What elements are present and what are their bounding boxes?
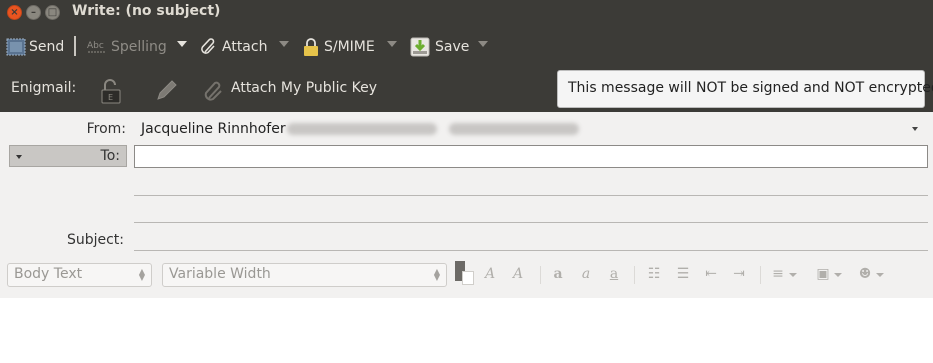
subject-label: Subject:: [66, 232, 124, 248]
format-separator: [760, 266, 761, 284]
paperclip-icon: [201, 38, 215, 54]
attach-label: Attach: [222, 39, 268, 55]
smime-button[interactable]: S/MIME: [302, 35, 375, 59]
spelling-button[interactable]: Abc Spelling: [86, 35, 167, 59]
subject-field[interactable]: [134, 250, 928, 251]
enigmail-status-tooltip: This message will NOT be signed and NOT …: [557, 70, 933, 108]
attach-public-key-button[interactable]: Attach My Public Key: [231, 80, 377, 96]
enigmail-label: Enigmail:: [11, 80, 77, 96]
bold-icon[interactable]: a: [550, 266, 566, 282]
to-field[interactable]: [134, 145, 928, 168]
redacted-email: [449, 123, 579, 135]
background-color-button[interactable]: [462, 271, 474, 285]
save-button[interactable]: Save: [409, 35, 469, 59]
smiley-dropdown-arrow[interactable]: [876, 273, 884, 277]
smime-label: S/MIME: [324, 39, 375, 55]
window-titlebar: × – □ Write: (no subject): [0, 0, 933, 26]
font-value: Variable Width: [169, 266, 271, 282]
send-label: Send: [29, 39, 65, 55]
spelling-dropdown-arrow[interactable]: [177, 41, 187, 47]
recipient-type-select[interactable]: To:: [9, 145, 127, 167]
font-smaller-icon[interactable]: A: [482, 266, 498, 282]
insert-image-icon[interactable]: ▣: [815, 266, 831, 282]
redacted-email: [287, 123, 437, 135]
bulleted-list-icon[interactable]: ☷: [646, 266, 662, 282]
chevron-down-icon: [16, 155, 22, 159]
window-minimize-button[interactable]: –: [26, 5, 41, 20]
smiley-icon[interactable]: ☻: [857, 266, 873, 282]
lock-icon: [304, 38, 318, 56]
attach-dropdown-arrow[interactable]: [279, 41, 289, 47]
paragraph-style-select[interactable]: Body Text ▲ ▼: [7, 263, 152, 287]
paperclip-key-icon[interactable]: [201, 78, 227, 104]
window-maximize-button[interactable]: □: [45, 5, 60, 20]
align-dropdown-arrow[interactable]: [789, 273, 797, 277]
from-name: Jacqueline Rinnhofer: [141, 121, 286, 137]
insert-dropdown-arrow[interactable]: [834, 273, 842, 277]
align-icon[interactable]: ≡: [770, 266, 786, 282]
toolbar-separator: [74, 36, 76, 56]
spin-arrows-icon: ▲ ▼: [138, 267, 145, 282]
svg-text:Abc: Abc: [87, 41, 104, 51]
spelling-label: Spelling: [111, 39, 167, 55]
from-identity-select[interactable]: Jacqueline Rinnhofer: [141, 121, 286, 137]
window-title: Write: (no subject): [72, 3, 221, 19]
outdent-icon[interactable]: ⇤: [703, 266, 719, 282]
send-icon: [6, 38, 26, 56]
compose-toolbar: Send Abc Spelling Attach S/MIME Save: [0, 26, 933, 68]
recipient-row[interactable]: [134, 222, 928, 223]
from-dropdown-arrow[interactable]: [912, 127, 918, 131]
numbered-list-icon[interactable]: ☰: [675, 266, 691, 282]
font-select[interactable]: Variable Width ▲ ▼: [162, 263, 447, 287]
italic-icon[interactable]: a: [578, 266, 594, 282]
window-close-button[interactable]: ×: [7, 5, 22, 20]
svg-text:E: E: [108, 93, 113, 102]
spin-arrows-icon: ▲ ▼: [433, 267, 440, 282]
unlocked-encrypt-icon[interactable]: E: [100, 78, 122, 104]
attach-button[interactable]: Attach: [199, 35, 267, 59]
save-dropdown-arrow[interactable]: [478, 41, 488, 47]
save-label: Save: [435, 39, 470, 55]
indent-icon[interactable]: ⇥: [731, 266, 747, 282]
send-button[interactable]: Send: [6, 35, 64, 59]
from-label: From:: [86, 121, 126, 137]
format-separator: [634, 266, 635, 284]
underline-icon[interactable]: a: [606, 266, 622, 282]
format-separator: [540, 266, 541, 284]
paragraph-style-value: Body Text: [14, 266, 83, 282]
smime-dropdown-arrow[interactable]: [387, 41, 397, 47]
to-label: To:: [100, 148, 120, 164]
recipient-row[interactable]: [134, 195, 928, 196]
spellcheck-icon: Abc: [87, 41, 106, 53]
save-icon: [410, 37, 430, 57]
font-larger-icon[interactable]: A: [510, 266, 526, 282]
pencil-sign-icon[interactable]: [155, 78, 179, 102]
